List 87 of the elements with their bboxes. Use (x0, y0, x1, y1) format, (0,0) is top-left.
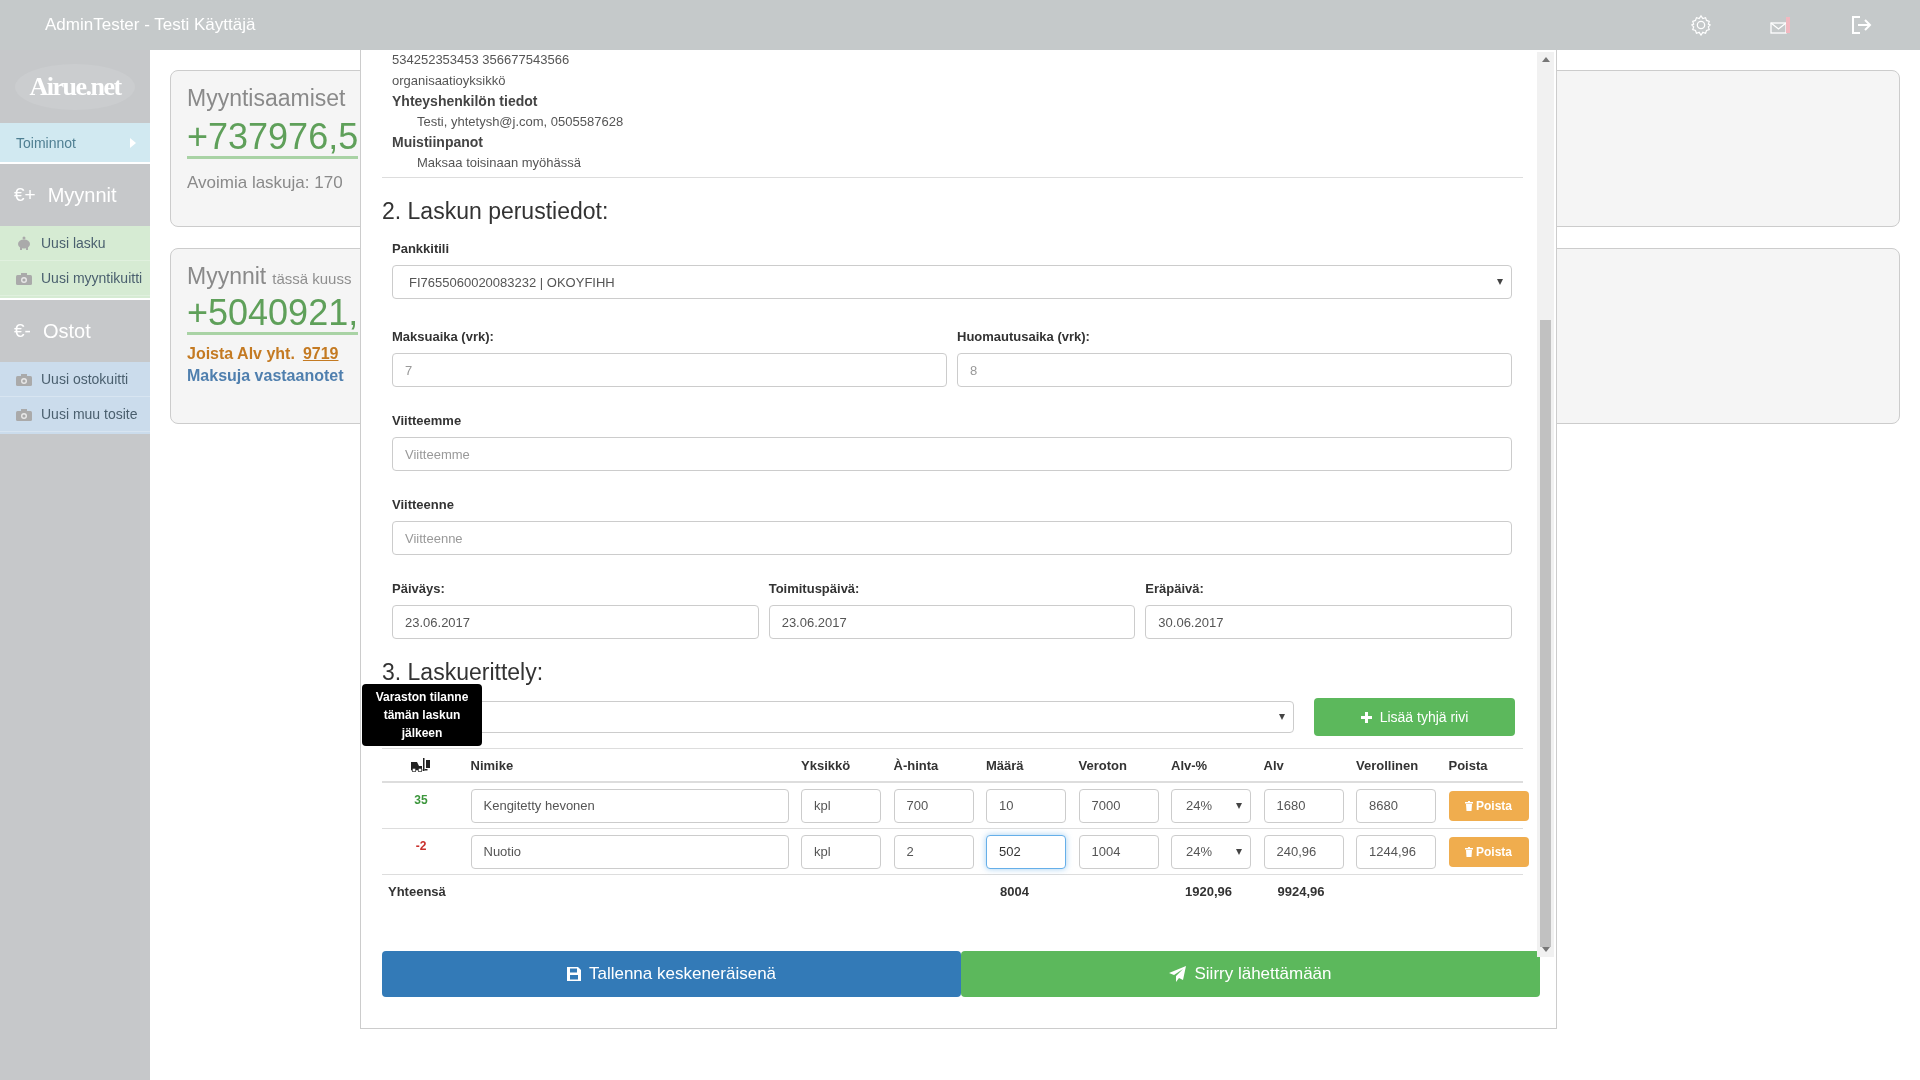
bank-account-select[interactable]: FI7655060020083232 | OKOYFIHH (392, 265, 1512, 299)
info-heading: Yhteyshenkilön tiedot (392, 92, 539, 111)
vat-field[interactable]: 240,96 (1263, 834, 1344, 869)
unit-field[interactable]: kpl (801, 788, 881, 823)
vat-rate-select[interactable]: 24% (1171, 788, 1251, 823)
total-value: 8004 (999, 883, 1030, 899)
input-field[interactable]: 8 (957, 353, 1512, 387)
date-field[interactable]: 30.06.2017 (1145, 605, 1512, 639)
scroll-up-icon[interactable] (1541, 56, 1550, 62)
column-header: Nimike (470, 757, 515, 773)
gross-field[interactable]: 8680 (1356, 788, 1436, 823)
total-value: 9924,96 (1276, 883, 1326, 899)
quantity-field[interactable]: 10 (986, 788, 1066, 823)
input-field[interactable]: Viitteemme (392, 437, 1512, 471)
stock-count: 35 (413, 793, 429, 807)
info-heading: Muistiinpanot (392, 133, 484, 152)
field-label: Huomautusaika (vrk): (957, 329, 1091, 344)
section-title: 3. Laskuerittely: (382, 659, 545, 686)
caret-icon (1279, 714, 1285, 720)
card-title: Myyntisaamiset (187, 85, 346, 112)
vat-rate-select[interactable]: 24% (1171, 834, 1251, 869)
column-header: Verollinen (1356, 757, 1420, 773)
column-header: Alv-% (1171, 757, 1209, 773)
scrollbar[interactable] (1537, 52, 1554, 957)
field-label: Maksuaika (vrk): (392, 329, 495, 344)
menu-item[interactable]: Uusi ostokuitti (0, 362, 150, 397)
field-label: Viitteenne (392, 497, 455, 512)
save-button[interactable]: Tallenna keskeneräisenä (382, 951, 961, 997)
total-label: Yhteensä (387, 883, 447, 899)
info-text: 534252353453 356677543566 (392, 51, 571, 69)
trash-icon (1465, 800, 1473, 811)
total-value: 1920,96 (1184, 883, 1233, 899)
logout-icon[interactable] (1850, 14, 1872, 36)
settings-icon[interactable] (1690, 14, 1712, 36)
field-label: Toimituspäivä: (768, 581, 861, 596)
input-field[interactable]: Viitteenne (392, 521, 1512, 555)
camera-icon (16, 271, 32, 285)
info-text: organisaatioyksikkö (392, 71, 507, 90)
trash-icon (1465, 846, 1473, 857)
forklift-icon (411, 758, 431, 772)
card-title: Myynnit (187, 263, 267, 290)
name-field[interactable]: Nuotio (470, 834, 789, 869)
info-text: Testi, yhtetysh@j.com, 0505587628 (416, 112, 625, 131)
caret-icon (130, 137, 136, 148)
menu-toggle[interactable]: Toiminnot (0, 123, 150, 162)
mail-icon[interactable] (1770, 15, 1792, 35)
stock-count: -2 (414, 839, 428, 853)
vat-field[interactable]: 1680 (1263, 788, 1344, 823)
caret-icon (1236, 848, 1242, 855)
field-label: Viitteemme (392, 413, 463, 428)
vat-label: Joista Alv yht. (187, 344, 295, 363)
column-header: Määrä (986, 757, 1025, 773)
unit-field[interactable]: kpl (801, 834, 881, 869)
camera-icon (16, 372, 32, 386)
quantity-field[interactable]: 502 (986, 834, 1066, 869)
field-label: Pankkitili (392, 241, 451, 256)
section-title: 2. Laskun perustiedot: (382, 198, 610, 225)
card-subtitle: tässä kuuss (272, 270, 352, 287)
input-field[interactable]: 7 (392, 353, 947, 387)
payments-text: Maksuja vastaanotet (187, 366, 344, 385)
tooltip: Varaston tilanne tämän laskun jälkeen (362, 684, 482, 746)
caret-icon (1497, 279, 1503, 285)
net-field[interactable]: 1004 (1078, 834, 1159, 869)
field-label: Eräpäivä: (1145, 581, 1205, 596)
date-field[interactable]: 23.06.2017 (392, 605, 759, 639)
column-header: Poista (1448, 757, 1489, 773)
menu-item[interactable]: Uusi muu tosite (0, 397, 150, 432)
piggy-bank-icon (16, 236, 32, 250)
name-field[interactable]: Kengitetty hevonen (470, 788, 789, 823)
column-header: Alv (1263, 757, 1285, 773)
camera-icon (16, 407, 32, 421)
gross-field[interactable]: 1244,96 (1356, 834, 1436, 869)
column-header: À-hinta (893, 757, 940, 773)
price-field[interactable]: 700 (893, 788, 974, 823)
price-field[interactable]: 2 (893, 834, 974, 869)
info-text: Maksaa toisinaan myöhässä (416, 153, 583, 172)
paper-plane-icon (1169, 966, 1187, 982)
column-header: Veroton (1078, 757, 1128, 773)
caret-icon (1236, 802, 1242, 809)
menu-item[interactable]: Uusi myyntikuitti (0, 261, 150, 296)
column-header: Yksikkö (801, 757, 852, 773)
card-note: Avoimia laskuja: 170 (187, 172, 343, 193)
field-label: Päiväys: (392, 581, 446, 596)
user-title: AdminTester - Testi Käyttäjä (45, 15, 256, 35)
date-field[interactable]: 23.06.2017 (768, 605, 1136, 639)
plus-icon (1360, 711, 1372, 723)
net-field[interactable]: 7000 (1078, 788, 1159, 823)
